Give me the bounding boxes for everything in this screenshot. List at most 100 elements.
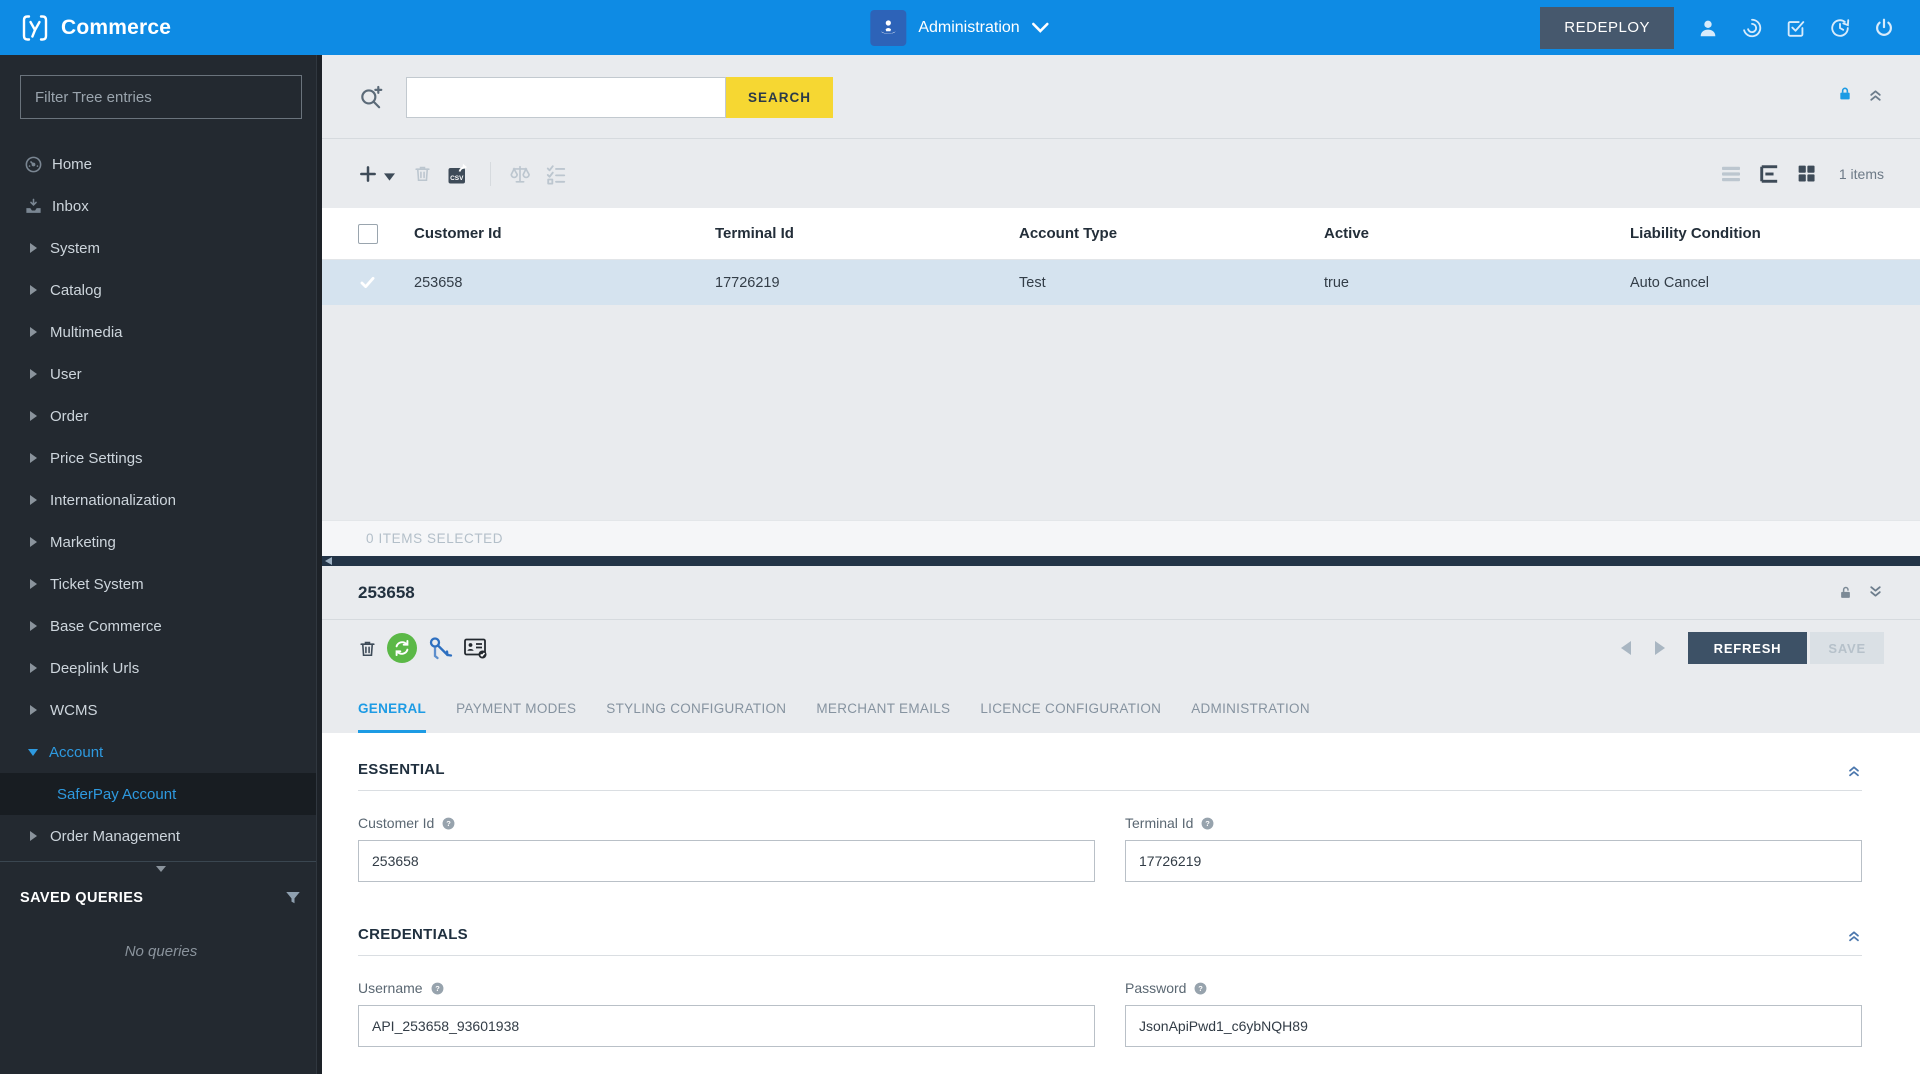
table-header-row: Customer Id Terminal Id Account Type Act… [322, 208, 1920, 260]
sidebar-item-saferpay-account[interactable]: SaferPay Account [0, 773, 322, 815]
next-record-icon[interactable] [1654, 641, 1666, 655]
customer-id-input[interactable] [358, 840, 1095, 882]
section-collapse-up-icon[interactable] [1846, 762, 1862, 778]
delete-account-icon[interactable] [358, 639, 377, 658]
sidebar-item-home[interactable]: Home [0, 143, 322, 185]
inbox-icon [24, 197, 43, 216]
refresh-button[interactable]: REFRESH [1687, 632, 1808, 664]
sidebar-item-deeplink-urls[interactable]: Deeplink Urls [0, 647, 322, 689]
tree-scroll-down-control[interactable] [0, 861, 322, 875]
section-title: CREDENTIALS [358, 926, 468, 943]
table-cell: 253658 [414, 274, 463, 291]
tree-view-icon[interactable] [1758, 164, 1780, 184]
column-header[interactable]: Terminal Id [715, 225, 1019, 242]
toolbar-divider [490, 161, 491, 186]
sync-account-icon[interactable] [387, 633, 417, 663]
selection-status-text: 0 ITEMS SELECTED [366, 531, 504, 546]
navigation-sidebar: Home Inbox System Catalog Multimedia Use… [0, 55, 322, 1074]
table-row[interactable]: 253658 17726219 Test true Auto Cancel [322, 260, 1920, 305]
power-logout-icon[interactable] [1862, 6, 1906, 50]
help-icon[interactable]: ? [1193, 981, 1208, 996]
panel-splitter[interactable] [322, 556, 1920, 566]
section-title: ESSENTIAL [358, 761, 445, 778]
sidebar-item-account[interactable]: Account [0, 731, 322, 773]
sidebar-item-label: Deeplink Urls [50, 659, 140, 677]
add-dropdown-caret-icon[interactable] [384, 172, 395, 181]
column-header[interactable]: Active [1324, 225, 1630, 242]
bulk-edit-checklist-icon[interactable] [545, 163, 567, 185]
search-button[interactable]: SEARCH [726, 77, 834, 118]
tab-administration[interactable]: ADMINISTRATION [1191, 701, 1310, 733]
licence-card-icon[interactable] [463, 636, 489, 660]
history-icon[interactable] [1818, 6, 1862, 50]
delete-item-icon[interactable] [413, 164, 432, 183]
lock-icon[interactable] [1837, 85, 1853, 103]
sidebar-item-price-settings[interactable]: Price Settings [0, 437, 322, 479]
sidebar-item-ticket-system[interactable]: Ticket System [0, 563, 322, 605]
username-input[interactable] [358, 1005, 1095, 1047]
help-icon[interactable]: ? [430, 981, 445, 996]
splitter-collapse-icon[interactable] [325, 557, 332, 565]
svg-text:?: ? [446, 819, 451, 828]
advanced-search-icon[interactable] [358, 85, 384, 111]
row-selected-check-icon [360, 276, 375, 289]
tab-general[interactable]: GENERAL [358, 701, 427, 733]
add-item-icon[interactable] [358, 164, 378, 184]
redeploy-button[interactable]: REDEPLOY [1540, 6, 1674, 49]
select-all-checkbox[interactable] [358, 223, 378, 244]
hybris-logo-icon [20, 13, 50, 43]
sidebar-item-wcms[interactable]: WCMS [0, 689, 322, 731]
grid-empty-area [322, 305, 1920, 520]
sidebar-item-multimedia[interactable]: Multimedia [0, 311, 322, 353]
tab-merchant-emails[interactable]: MERCHANT EMAILS [816, 701, 950, 733]
column-header[interactable]: Liability Condition [1630, 225, 1920, 242]
field-password: Password ? [1125, 980, 1862, 1047]
header-actions: REDEPLOY [1540, 6, 1920, 50]
sidebar-item-catalog[interactable]: Catalog [0, 269, 322, 311]
tasks-checkbox-icon[interactable] [1774, 6, 1818, 50]
list-view-icon[interactable] [1720, 165, 1742, 183]
user-account-icon[interactable] [1686, 6, 1730, 50]
filter-tree-input[interactable] [20, 75, 302, 119]
svg-text:?: ? [1199, 984, 1204, 993]
compare-scales-icon[interactable] [509, 163, 531, 185]
sidebar-item-system[interactable]: System [0, 227, 322, 269]
sidebar-item-label: Catalog [50, 281, 102, 299]
tab-payment-modes[interactable]: PAYMENT MODES [456, 701, 576, 733]
tab-licence-configuration[interactable]: LICENCE CONFIGURATION [980, 701, 1161, 733]
sidebar-item-label: WCMS [50, 701, 98, 719]
column-header[interactable]: Customer Id [414, 225, 715, 242]
section-credentials: CREDENTIALS Username ? API_253658_936019… [358, 926, 1862, 1047]
generate-credentials-keys-icon[interactable] [427, 635, 453, 661]
sidebar-item-user[interactable]: User [0, 353, 322, 395]
perspective-selector[interactable]: Administration [870, 9, 1049, 46]
sidebar-item-base-commerce[interactable]: Base Commerce [0, 605, 322, 647]
sidebar-item-label: Marketing [50, 533, 116, 551]
section-collapse-up-icon[interactable] [1846, 927, 1862, 943]
grid-view-icon[interactable] [1796, 163, 1817, 184]
sidebar-item-order[interactable]: Order [0, 395, 322, 437]
export-csv-icon[interactable]: CSV [446, 162, 470, 186]
terminal-id-input[interactable] [1125, 840, 1862, 882]
collapse-panel-down-icon[interactable] [1867, 584, 1884, 601]
sidebar-item-inbox[interactable]: Inbox [0, 185, 322, 227]
previous-record-icon[interactable] [1620, 641, 1632, 655]
password-input[interactable] [1125, 1005, 1862, 1047]
expand-triangle-icon [30, 831, 37, 841]
collapse-panel-up-icon[interactable] [1867, 86, 1884, 103]
filter-funnel-icon[interactable] [284, 889, 302, 907]
lock-open-icon[interactable] [1838, 584, 1853, 601]
hybris-swirl-icon[interactable] [1730, 6, 1774, 50]
sidebar-item-label: System [50, 239, 101, 257]
search-input[interactable] [406, 77, 726, 118]
sidebar-item-order-management[interactable]: Order Management [0, 815, 322, 857]
tab-styling-configuration[interactable]: STYLING CONFIGURATION [606, 701, 786, 733]
sidebar-item-internationalization[interactable]: Internationalization [0, 479, 322, 521]
sidebar-item-marketing[interactable]: Marketing [0, 521, 322, 563]
brand-title: Commerce [61, 15, 172, 39]
save-button[interactable]: SAVE [1810, 632, 1884, 664]
help-icon[interactable]: ? [1200, 816, 1215, 831]
column-header[interactable]: Account Type [1019, 225, 1324, 242]
help-icon[interactable]: ? [441, 816, 456, 831]
collection-browser-panel: SEARCH CSV 1 items Customer Id Terminal … [322, 55, 1920, 556]
